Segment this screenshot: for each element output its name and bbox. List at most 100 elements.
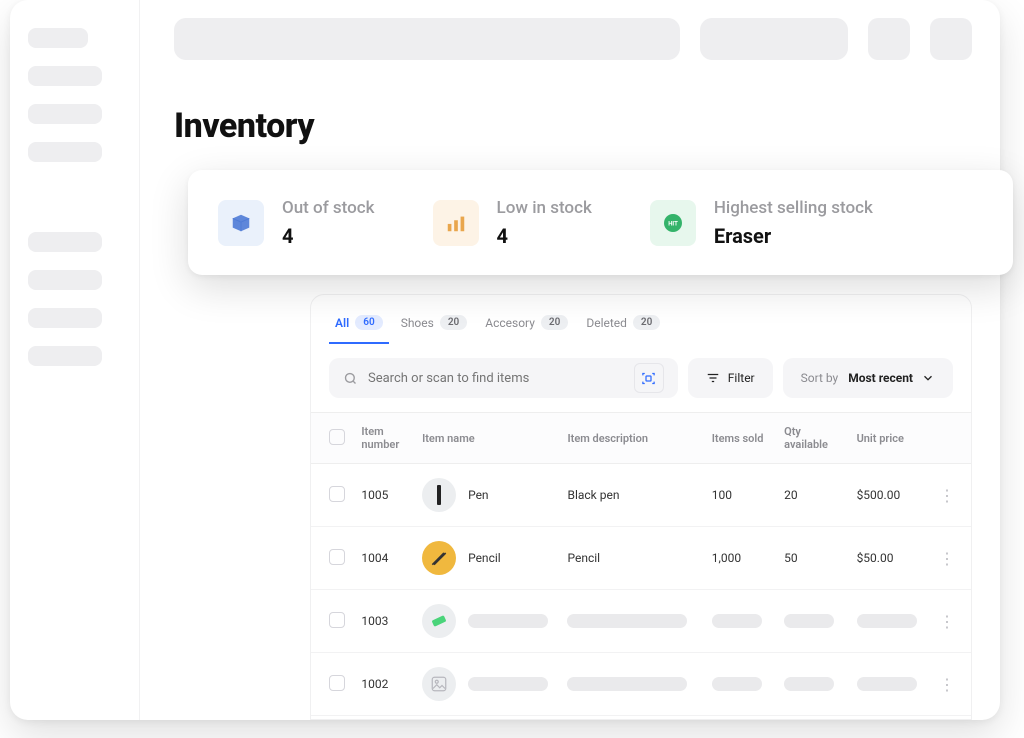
topbar-search[interactable] [174, 18, 680, 60]
cell-item-name: Pen [468, 488, 488, 502]
sidebar-item[interactable] [28, 346, 102, 366]
sidebar-item[interactable] [28, 104, 102, 124]
col-qty-available: Qty available [776, 413, 848, 464]
cell-unit-price: $50.00 [849, 527, 931, 590]
table-row[interactable]: 1005 Pen Black pen 100 20 $500.00 ⋮ [311, 464, 971, 527]
tab-count-badge: 20 [440, 315, 467, 330]
cell-items-sold [704, 716, 776, 721]
tab-accessory[interactable]: Accesory 20 [479, 309, 574, 344]
cell-qty-available [776, 590, 848, 653]
cell-item-description: Black pen [559, 464, 703, 527]
stat-label: Highest selling stock [714, 198, 873, 218]
table-row[interactable]: 1002 ⋮ [311, 653, 971, 716]
tab-shoes[interactable]: Shoes 20 [395, 309, 474, 344]
filter-label: Filter [728, 371, 755, 385]
col-item-description: Item description [559, 413, 703, 464]
select-all-checkbox[interactable] [329, 429, 345, 445]
search-icon [343, 371, 358, 386]
sidebar-item[interactable] [28, 142, 102, 162]
stat-value: 4 [282, 224, 375, 248]
row-checkbox[interactable] [329, 675, 345, 691]
row-more-button[interactable]: ⋮ [939, 486, 953, 505]
chevron-down-icon [921, 371, 935, 385]
cell-item-number: 1003 [353, 590, 414, 653]
sidebar-item[interactable] [28, 270, 102, 290]
col-item-name: Item name [414, 413, 559, 464]
table-row[interactable]: 1004 Pencil Pencil 1,000 50 $50.00 ⋮ [311, 527, 971, 590]
filter-button[interactable]: Filter [688, 358, 773, 398]
col-items-sold: Items sold [704, 413, 776, 464]
filter-icon [706, 371, 720, 385]
page-title: Inventory [174, 106, 972, 146]
cell-items-sold: 1,000 [704, 527, 776, 590]
col-item-number: Item number [353, 413, 414, 464]
stat-out-of-stock: Out of stock 4 [218, 198, 375, 248]
cell-unit-price [849, 716, 931, 721]
table-search[interactable] [329, 358, 678, 398]
cell-qty-available: 20 [776, 464, 848, 527]
row-checkbox[interactable] [329, 486, 345, 502]
inventory-table-card: All 60 Shoes 20 Accesory 20 Deleted 20 [310, 294, 972, 720]
cell-item-description: Pencil [559, 527, 703, 590]
stat-label: Out of stock [282, 198, 375, 218]
tab-label: Deleted [586, 316, 627, 330]
row-more-button[interactable]: ⋮ [939, 675, 953, 694]
sidebar-item[interactable] [28, 66, 102, 86]
cell-items-sold: 100 [704, 464, 776, 527]
tab-label: Accesory [485, 316, 535, 330]
row-checkbox[interactable] [329, 612, 345, 628]
stat-low-in-stock: Low in stock 4 [433, 198, 592, 248]
bar-chart-icon [433, 200, 479, 246]
tab-count-badge: 60 [355, 315, 382, 330]
table-row[interactable]: 1003 ⋮ [311, 590, 971, 653]
cell-items-sold [704, 653, 776, 716]
cell-item-number: 1001 [353, 716, 414, 721]
cell-unit-price [849, 653, 931, 716]
tabs: All 60 Shoes 20 Accesory 20 Deleted 20 [311, 295, 971, 344]
row-more-button[interactable]: ⋮ [939, 612, 953, 631]
topbar-button[interactable] [700, 18, 848, 60]
box-icon [218, 200, 264, 246]
tab-label: All [335, 316, 349, 330]
topbar-square-button[interactable] [868, 18, 910, 60]
stats-card: Out of stock 4 Low in stock 4 HIT Highes… [188, 170, 1013, 275]
sidebar-item[interactable] [28, 232, 102, 252]
cell-unit-price: $500.00 [849, 464, 931, 527]
cell-item-number: 1005 [353, 464, 414, 527]
row-more-button[interactable]: ⋮ [939, 549, 953, 568]
cell-qty-available [776, 653, 848, 716]
cell-unit-price [849, 590, 931, 653]
tab-label: Shoes [401, 316, 434, 330]
sort-label: Sort by [801, 371, 839, 385]
tab-count-badge: 20 [541, 315, 568, 330]
tab-count-badge: 20 [633, 315, 660, 330]
cell-qty-available: 50 [776, 527, 848, 590]
col-unit-price: Unit price [849, 413, 931, 464]
tab-all[interactable]: All 60 [329, 309, 389, 344]
sort-value: Most recent [848, 371, 913, 385]
topbar [174, 18, 972, 60]
cell-item-number: 1004 [353, 527, 414, 590]
tab-deleted[interactable]: Deleted 20 [580, 309, 666, 344]
cell-item-number: 1002 [353, 653, 414, 716]
cell-qty-available [776, 716, 848, 721]
svg-text:HIT: HIT [668, 220, 678, 227]
sidebar-item[interactable] [28, 308, 102, 328]
scan-icon [641, 371, 656, 386]
sidebar-item[interactable] [28, 28, 88, 48]
cell-item-description [559, 590, 703, 653]
stat-value: Eraser [714, 224, 873, 248]
topbar-square-button[interactable] [930, 18, 972, 60]
table-row[interactable]: 1001 ⋮ [311, 716, 971, 721]
cell-item-description [559, 716, 703, 721]
search-input[interactable] [368, 371, 624, 386]
sidebar [10, 0, 140, 720]
scan-button[interactable] [634, 363, 664, 393]
stat-highest-selling: HIT Highest selling stock Eraser [650, 198, 873, 248]
row-checkbox[interactable] [329, 549, 345, 565]
stat-value: 4 [497, 224, 592, 248]
sort-button[interactable]: Sort by Most recent [783, 358, 953, 398]
hit-badge-icon: HIT [650, 200, 696, 246]
cell-items-sold [704, 590, 776, 653]
cell-item-description [559, 653, 703, 716]
